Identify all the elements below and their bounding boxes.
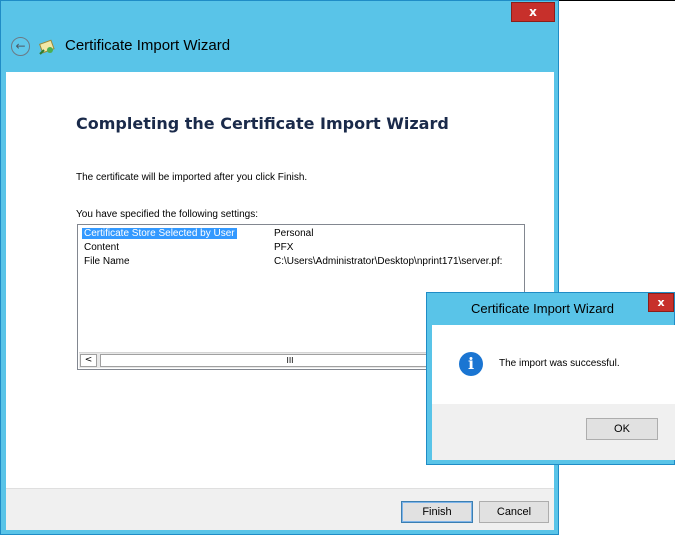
scroll-left-button[interactable]: < xyxy=(80,354,97,367)
description-text: The certificate will be imported after y… xyxy=(76,172,308,183)
success-message-box: Certificate Import Wizard x i The import… xyxy=(426,292,675,465)
setting-value: C:\Users\Administrator\Desktop\nprint171… xyxy=(274,256,503,267)
setting-value: Personal xyxy=(274,228,314,239)
ok-button[interactable]: OK xyxy=(586,418,658,440)
setting-key: Content xyxy=(84,242,120,253)
close-button[interactable]: x xyxy=(511,2,555,22)
scroll-thumb[interactable]: III xyxy=(100,354,480,367)
message-body: i The import was successful. xyxy=(432,325,675,404)
message-box-close-button[interactable]: x xyxy=(648,293,674,312)
settings-label: You have specified the following setting… xyxy=(76,209,258,220)
page-heading: Completing the Certificate Import Wizard xyxy=(76,114,449,133)
back-arrow-icon[interactable]: ← xyxy=(11,37,30,56)
message-footer: OK xyxy=(432,404,675,460)
setting-value: PFX xyxy=(274,242,294,253)
button-bar: Finish Cancel xyxy=(6,488,554,530)
setting-key: Certificate Store Selected by User xyxy=(82,228,237,239)
message-box-title: Certificate Import Wizard xyxy=(471,301,615,316)
message-text: The import was successful. xyxy=(499,358,620,369)
cancel-button[interactable]: Cancel xyxy=(479,501,549,523)
window-title: Certificate Import Wizard xyxy=(65,37,231,54)
info-icon: i xyxy=(459,352,483,376)
setting-key: File Name xyxy=(84,256,130,267)
finish-button[interactable]: Finish xyxy=(401,501,473,523)
certificate-icon xyxy=(39,39,55,55)
